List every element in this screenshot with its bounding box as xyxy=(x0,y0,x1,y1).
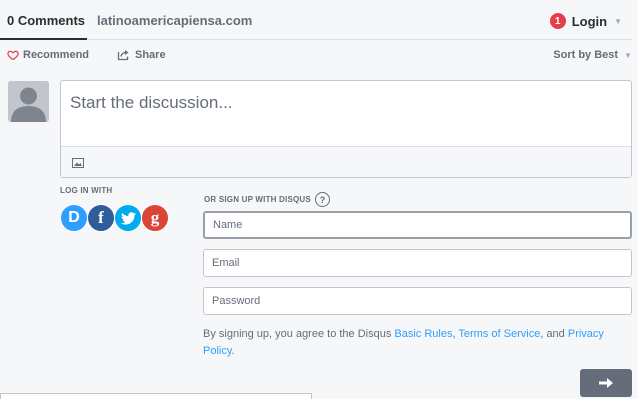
google-icon: g xyxy=(150,208,160,227)
tab-comments-count[interactable]: 0 Comments xyxy=(7,13,85,28)
composer-toolbar xyxy=(61,146,631,177)
disqus-login-button[interactable]: D xyxy=(60,204,88,232)
recommend-button[interactable]: Recommend xyxy=(7,49,89,61)
login-menu[interactable]: 1 Login ▼ xyxy=(549,11,622,31)
nav-divider xyxy=(0,39,632,40)
terms-text: By signing up, you agree to the Disqus B… xyxy=(203,326,635,360)
user-silhouette-icon xyxy=(8,81,49,122)
facebook-login-button[interactable]: f xyxy=(87,204,115,232)
chevron-down-icon: ▼ xyxy=(624,50,632,60)
terms-and: , and xyxy=(540,328,568,340)
top-nav: 0 Comments latinoamericapiensa.com 1 Log… xyxy=(0,0,638,40)
terms-of-service-link[interactable]: Terms of Service xyxy=(458,328,540,340)
submit-button[interactable] xyxy=(580,369,632,397)
share-button[interactable]: Share xyxy=(117,49,166,61)
login-with-label: LOG IN WITH xyxy=(60,186,113,195)
notification-badge: 1 xyxy=(549,13,566,29)
image-upload-icon[interactable] xyxy=(72,158,84,168)
basic-rules-link[interactable]: Basic Rules xyxy=(394,328,452,340)
help-icon[interactable]: ? xyxy=(314,192,330,207)
login-label: Login xyxy=(571,13,608,29)
disqus-icon: D xyxy=(68,209,80,226)
twitter-bird-icon xyxy=(120,211,136,224)
share-label: Share xyxy=(135,49,166,61)
avatar xyxy=(8,81,49,122)
tab-community-site[interactable]: latinoamericapiensa.com xyxy=(97,13,252,28)
sort-label: Sort by Best xyxy=(553,49,619,61)
password-field[interactable] xyxy=(203,287,632,315)
sort-dropdown[interactable]: Sort by Best ▼ xyxy=(553,49,632,61)
share-icon xyxy=(117,50,129,61)
active-tab-indicator xyxy=(0,38,87,40)
arrow-right-icon xyxy=(599,378,613,388)
signup-label: OR SIGN UP WITH DISQUS xyxy=(204,195,311,204)
heart-icon xyxy=(7,50,19,61)
composer-placeholder[interactable]: Start the discussion... xyxy=(70,93,233,113)
bottom-panel-edge xyxy=(0,393,312,399)
comment-composer[interactable]: Start the discussion... xyxy=(60,80,632,178)
chevron-down-icon: ▼ xyxy=(614,16,622,26)
recommend-label: Recommend xyxy=(23,49,90,61)
email-field[interactable] xyxy=(203,249,632,277)
terms-period: . xyxy=(231,345,235,357)
twitter-login-button[interactable] xyxy=(114,204,142,232)
signup-header: OR SIGN UP WITH DISQUS ? xyxy=(204,192,330,207)
name-field[interactable] xyxy=(203,211,632,239)
social-login-buttons: D f g xyxy=(60,204,169,232)
google-login-button[interactable]: g xyxy=(141,204,169,232)
actions-bar: Recommend Share Sort by Best ▼ xyxy=(0,49,638,67)
terms-prefix: By signing up, you agree to the Disqus xyxy=(203,328,395,340)
facebook-icon: f xyxy=(98,208,104,227)
